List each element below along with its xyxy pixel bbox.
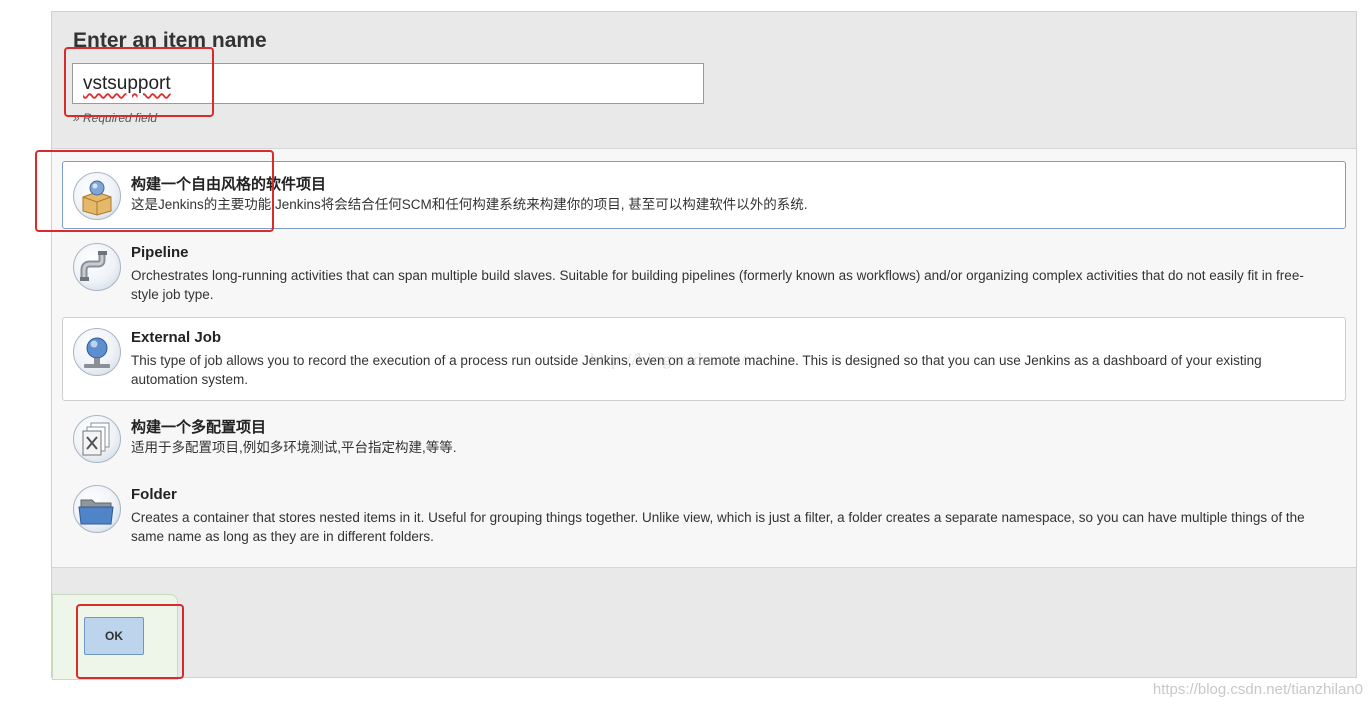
folder-icon [73, 485, 121, 533]
item-type-freestyle[interactable]: 构建一个自由风格的软件项目 这是Jenkins的主要功能.Jenkins将会结合… [62, 161, 1346, 229]
item-type-title: Folder [131, 486, 177, 503]
required-field-note: » Required field [73, 111, 158, 125]
item-type-title: Pipeline [131, 244, 189, 261]
item-type-title: 构建一个自由风格的软件项目 [131, 176, 327, 193]
item-type-description: Orchestrates long-running activities tha… [131, 268, 1304, 302]
item-type-multi-configuration[interactable]: 构建一个多配置项目 适用于多配置项目,例如多环境测试,平台指定构建,等等. [62, 404, 1346, 470]
page-title: Enter an item name [73, 29, 267, 52]
center-watermark: http://blog.csdn.net/ [590, 350, 747, 369]
ok-button[interactable]: OK [84, 617, 144, 655]
freestyle-project-icon [73, 172, 121, 220]
item-type-description: 适用于多配置项目,例如多环境测试,平台指定构建,等等. [131, 440, 457, 455]
item-type-folder[interactable]: Folder Creates a container that stores n… [62, 474, 1346, 554]
multi-configuration-project-icon [73, 415, 121, 463]
item-name-section: Enter an item name vstsupport » Required… [52, 12, 1356, 148]
new-item-panel: Enter an item name vstsupport » Required… [51, 11, 1357, 680]
form-footer: OK [52, 568, 1356, 680]
corner-watermark: https://blog.csdn.net/tianzhilan0 [1152, 681, 1363, 698]
item-name-value: vstsupport [83, 72, 171, 94]
item-type-description: 这是Jenkins的主要功能.Jenkins将会结合任何SCM和任何构建系统来构… [131, 197, 808, 212]
pipeline-icon [73, 243, 121, 291]
item-type-title: 构建一个多配置项目 [131, 419, 267, 436]
item-type-description: Creates a container that stores nested i… [131, 510, 1305, 544]
external-job-icon [73, 328, 121, 376]
item-type-title: External Job [131, 329, 222, 346]
item-type-pipeline[interactable]: Pipeline Orchestrates long-running activ… [62, 232, 1346, 308]
item-name-input[interactable]: vstsupport [72, 63, 704, 104]
